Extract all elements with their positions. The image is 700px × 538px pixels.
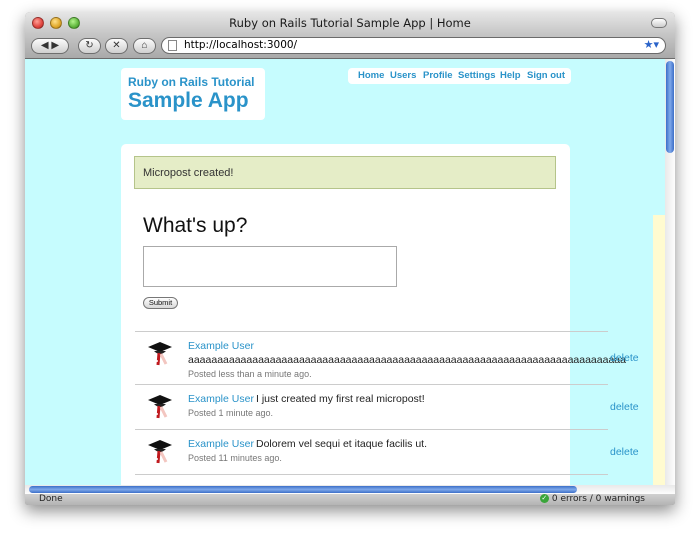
back-forward-button[interactable]: ◀ ▶ (31, 38, 69, 54)
feed-item-content: I just created my first real micropost! (256, 393, 425, 405)
nav-sign-out[interactable]: Sign out (527, 70, 565, 81)
feed-item: Example User I just created my first rea… (135, 384, 639, 429)
validator-status[interactable]: ✓ 0 errors / 0 warnings (539, 494, 645, 504)
browser-toolbar: ◀ ▶ ↻ ✕ ⌂ http://localhost:3000/ ★▾ (25, 34, 675, 59)
logo-line2: Sample App (128, 89, 249, 112)
title-bar: Ruby on Rails Tutorial Sample App | Home (25, 12, 675, 34)
avatar[interactable] (146, 339, 174, 367)
feed-item: Example User aaaaaaaaaaaaaaaaaaaaaaaaaaa… (135, 331, 639, 384)
status-bar: Done ✓ 0 errors / 0 warnings (25, 494, 675, 505)
reload-button[interactable]: ↻ (78, 38, 101, 54)
browser-window: Ruby on Rails Tutorial Sample App | Home… (25, 12, 675, 505)
feed-item-content: Dolorem vel sequi et itaque facilis ut. (256, 438, 427, 450)
flash-text: Micropost created! (143, 167, 234, 179)
address-bar[interactable]: http://localhost:3000/ ★▾ (161, 37, 666, 54)
micropost-textarea[interactable] (143, 246, 397, 287)
main-nav: Home Users Profile Settings Help Sign ou… (348, 68, 571, 84)
nav-home[interactable]: Home (358, 70, 384, 81)
feed-item-time: Posted less than a minute ago. (188, 369, 312, 379)
submit-button[interactable]: Submit (143, 297, 178, 309)
delete-link[interactable]: delete (610, 446, 639, 458)
delete-link[interactable]: delete (610, 401, 639, 413)
nav-settings[interactable]: Settings (458, 70, 495, 81)
url-text[interactable]: http://localhost:3000/ (184, 39, 297, 51)
feed-item-user[interactable]: Example User (188, 393, 254, 405)
horizontal-scrollbar[interactable] (25, 485, 675, 494)
toolbar-toggle-button[interactable] (651, 18, 667, 28)
site-logo[interactable]: Ruby on Rails Tutorial Sample App (121, 68, 265, 120)
reload-icon: ↻ (85, 40, 94, 51)
feed-item-time: Posted 11 minutes ago. (188, 453, 282, 463)
nav-help[interactable]: Help (500, 70, 521, 81)
logo-line1: Ruby on Rails Tutorial (128, 75, 255, 89)
micropost-heading: What's up? (143, 214, 248, 237)
horizontal-scroll-thumb[interactable] (29, 486, 577, 493)
page-icon (168, 40, 177, 51)
feed-item-user[interactable]: Example User (188, 438, 254, 450)
home-button[interactable]: ⌂ (133, 38, 156, 54)
feed-item-content: aaaaaaaaaaaaaaaaaaaaaaaaaaaaaaaaaaaaaaaa… (188, 354, 626, 366)
feed-item-time: Posted 1 minute ago. (188, 408, 274, 418)
vertical-scroll-thumb[interactable] (666, 61, 674, 153)
vertical-scrollbar[interactable] (665, 59, 675, 485)
page-viewport: Ruby on Rails Tutorial Sample App Home U… (25, 59, 665, 485)
avatar[interactable] (146, 392, 174, 420)
validator-text: 0 errors / 0 warnings (551, 494, 645, 504)
stop-icon: ✕ (112, 40, 121, 51)
side-strip (653, 215, 665, 485)
flash-notice: Micropost created! (134, 156, 556, 189)
bookmark-star-icon[interactable]: ★▾ (644, 38, 659, 51)
home-icon: ⌂ (141, 40, 148, 51)
feed-item-user[interactable]: Example User (188, 340, 254, 352)
feed-item (135, 474, 608, 485)
feed-list: Example User aaaaaaaaaaaaaaaaaaaaaaaaaaa… (135, 331, 639, 485)
nav-users[interactable]: Users (390, 70, 416, 81)
main-content: Micropost created! What's up? Submit Exa… (121, 144, 639, 485)
check-icon: ✓ (539, 494, 549, 503)
stop-button[interactable]: ✕ (105, 38, 128, 54)
delete-link[interactable]: delete (610, 352, 639, 364)
nav-profile[interactable]: Profile (423, 70, 453, 81)
feed-item: Example User Dolorem vel sequi et itaque… (135, 429, 639, 474)
avatar[interactable] (146, 437, 174, 465)
window-title: Ruby on Rails Tutorial Sample App | Home (229, 16, 471, 30)
status-text: Done (39, 494, 63, 504)
